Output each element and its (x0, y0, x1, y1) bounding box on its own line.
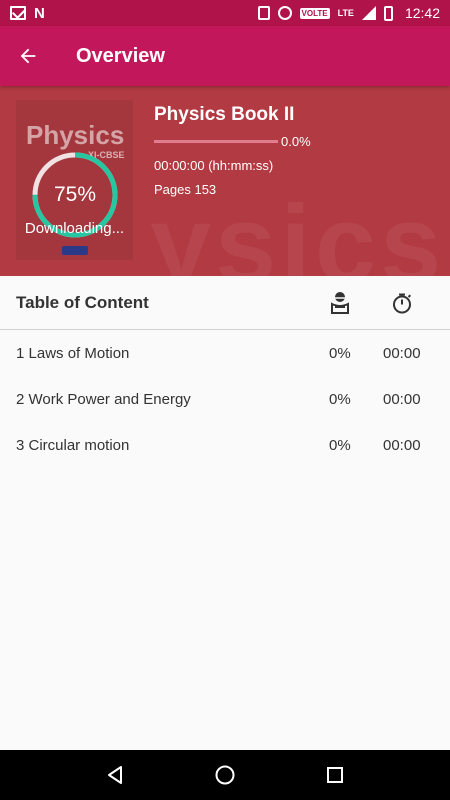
n-icon: N (34, 4, 45, 22)
toc-item-name: 2 Work Power and Energy (16, 390, 191, 408)
toc-item-time: 00:00 (383, 344, 421, 362)
vibrate-icon (257, 6, 270, 20)
toc-list: 1 Laws of Motion 0% 00:00 2 Work Power a… (0, 330, 450, 468)
book-cover[interactable]: Physics XI-CBSE 75% Downloading... (16, 100, 133, 260)
toc-item[interactable]: 2 Work Power and Energy 0% 00:00 (0, 376, 450, 422)
toc-title: Table of Content (16, 292, 149, 312)
toc-item[interactable]: 1 Laws of Motion 0% 00:00 (0, 330, 450, 376)
toc-item-time: 00:00 (383, 390, 421, 408)
alarm-icon (277, 6, 292, 20)
progress-percent: 0.0% (281, 134, 311, 149)
toc-item-time: 00:00 (383, 436, 421, 454)
nav-home-button[interactable] (205, 755, 245, 795)
gmail-icon (10, 6, 26, 20)
toc-item-name: 3 Circular motion (16, 436, 130, 454)
book-header: ysics Physics XI-CBSE 75% Downloading...… (0, 86, 450, 276)
time-read: 00:00:00 (hh:mm:ss) (154, 158, 274, 173)
toc-item-percent: 0% (329, 344, 351, 362)
toc-item-percent: 0% (329, 390, 351, 408)
toc-item-percent: 0% (329, 436, 351, 454)
status-bar: N VOLTE LTE 12:42 (0, 0, 450, 26)
page-title: Overview (76, 44, 165, 67)
progress-bar (154, 140, 278, 143)
publisher-logo (62, 246, 88, 255)
cover-title: Physics (26, 120, 125, 150)
app-bar: Overview (0, 26, 450, 86)
system-nav-bar (0, 750, 450, 800)
nav-home-icon (215, 765, 235, 785)
toc-item[interactable]: 3 Circular motion 0% 00:00 (0, 422, 450, 468)
lte-icon: LTE (337, 7, 354, 18)
nav-back-icon (108, 766, 122, 784)
nav-recents-icon (327, 767, 343, 783)
back-button[interactable] (0, 26, 56, 86)
arrow-back-icon (20, 48, 36, 64)
reader-icon (331, 292, 349, 314)
volte-icon: VOLTE (299, 7, 330, 19)
stopwatch-icon (393, 293, 412, 314)
download-status: Downloading... (24, 220, 125, 237)
toc-header: Table of Content (0, 276, 450, 330)
signal-icon (361, 6, 376, 20)
nav-back-button[interactable] (95, 755, 135, 795)
battery-icon (383, 5, 393, 21)
toc-item-name: 1 Laws of Motion (16, 344, 130, 362)
reading-progress: 0.0% (154, 134, 311, 149)
page-count: Pages 153 (154, 182, 217, 197)
book-info: Physics Book II 0.0% 00:00:00 (hh:mm:ss)… (154, 104, 311, 197)
status-time: 12:42 (404, 5, 440, 21)
book-title: Physics Book II (154, 104, 295, 125)
nav-recents-button[interactable] (315, 755, 355, 795)
